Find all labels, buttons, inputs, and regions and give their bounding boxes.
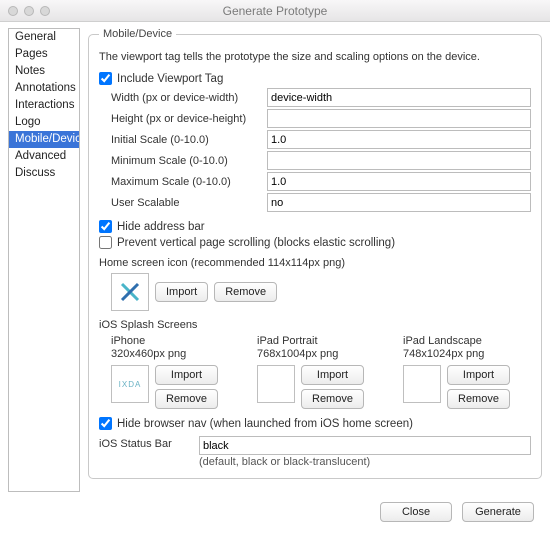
group-legend: Mobile/Device bbox=[99, 28, 176, 40]
include-viewport-input[interactable] bbox=[99, 72, 112, 85]
titlebar: Generate Prototype bbox=[0, 0, 550, 22]
hide-nav-input[interactable] bbox=[99, 417, 112, 430]
splash-thumbnail: IXDA bbox=[111, 365, 149, 403]
traffic-lights bbox=[8, 6, 50, 16]
splash-remove-button[interactable]: Remove bbox=[301, 389, 364, 409]
status-bar-row: iOS Status Bar (default, black or black-… bbox=[99, 436, 531, 468]
status-bar-hint: (default, black or black-translucent) bbox=[199, 456, 531, 468]
splash-col-1: iPad Portrait768x1004px png Import Remove bbox=[257, 335, 385, 409]
height-input[interactable] bbox=[267, 109, 531, 128]
splash-col-header: iPhone320x460px png bbox=[111, 335, 239, 361]
hide-address-label: Hide address bar bbox=[117, 221, 205, 233]
include-viewport-checkbox[interactable]: Include Viewport Tag bbox=[99, 72, 531, 85]
minimize-window-icon[interactable] bbox=[24, 6, 34, 16]
zoom-window-icon[interactable] bbox=[40, 6, 50, 16]
home-icon-row: Import Remove bbox=[111, 273, 531, 311]
hide-address-input[interactable] bbox=[99, 220, 112, 233]
status-bar-input[interactable] bbox=[199, 436, 531, 455]
splash-columns: iPhone320x460px pngIXDAImportRemoveiPad … bbox=[111, 335, 531, 409]
prevent-scroll-label: Prevent vertical page scrolling (blocks … bbox=[117, 237, 395, 249]
sidebar-item-logo[interactable]: Logo bbox=[9, 114, 79, 131]
prevent-scroll-checkbox[interactable]: Prevent vertical page scrolling (blocks … bbox=[99, 236, 531, 249]
home-icon-remove-button[interactable]: Remove bbox=[214, 282, 277, 302]
prevent-scroll-input[interactable] bbox=[99, 236, 112, 249]
hide-address-checkbox[interactable]: Hide address bar bbox=[99, 220, 531, 233]
width-input[interactable] bbox=[267, 88, 531, 107]
include-viewport-label: Include Viewport Tag bbox=[117, 73, 223, 85]
splash-col-header: iPad Portrait768x1004px png bbox=[257, 335, 385, 361]
splash-heading: iOS Splash Screens bbox=[99, 319, 531, 331]
hide-nav-label: Hide browser nav (when launched from iOS… bbox=[117, 418, 413, 430]
splash-thumbnail bbox=[257, 365, 295, 403]
sidebar: GeneralPagesNotesAnnotationsInteractions… bbox=[8, 28, 80, 492]
splash-col-2: iPad Landscape748x1024px png Import Remove bbox=[403, 335, 531, 409]
home-icon-thumbnail bbox=[111, 273, 149, 311]
status-bar-label: iOS Status Bar bbox=[99, 436, 199, 450]
min-scale-label: Minimum Scale (0-10.0) bbox=[99, 155, 267, 167]
initial-scale-input[interactable] bbox=[267, 130, 531, 149]
sidebar-item-notes[interactable]: Notes bbox=[9, 63, 79, 80]
splash-thumbnail bbox=[403, 365, 441, 403]
home-icon-import-button[interactable]: Import bbox=[155, 282, 208, 302]
close-window-icon[interactable] bbox=[8, 6, 18, 16]
hide-nav-checkbox[interactable]: Hide browser nav (when launched from iOS… bbox=[99, 417, 531, 430]
user-scalable-input[interactable] bbox=[267, 193, 531, 212]
splash-remove-button[interactable]: Remove bbox=[447, 389, 510, 409]
sidebar-item-interactions[interactable]: Interactions bbox=[9, 97, 79, 114]
dialog-footer: Close Generate bbox=[0, 492, 550, 532]
splash-import-button[interactable]: Import bbox=[155, 365, 218, 385]
min-scale-input[interactable] bbox=[267, 151, 531, 170]
content-pane: Mobile/Device The viewport tag tells the… bbox=[88, 28, 542, 492]
sidebar-item-pages[interactable]: Pages bbox=[9, 46, 79, 63]
splash-import-button[interactable]: Import bbox=[301, 365, 364, 385]
user-scalable-label: User Scalable bbox=[99, 197, 267, 209]
splash-remove-button[interactable]: Remove bbox=[155, 389, 218, 409]
close-button[interactable]: Close bbox=[380, 502, 452, 522]
initial-scale-label: Initial Scale (0-10.0) bbox=[99, 134, 267, 146]
splash-import-button[interactable]: Import bbox=[447, 365, 510, 385]
sidebar-item-annotations[interactable]: Annotations bbox=[9, 80, 79, 97]
window-title: Generate Prototype bbox=[0, 4, 550, 18]
height-label: Height (px or device-height) bbox=[99, 113, 267, 125]
generate-button[interactable]: Generate bbox=[462, 502, 534, 522]
mobile-device-group: Mobile/Device The viewport tag tells the… bbox=[88, 28, 542, 479]
splash-col-header: iPad Landscape748x1024px png bbox=[403, 335, 531, 361]
splash-col-0: iPhone320x460px png IXDA Import Remove bbox=[111, 335, 239, 409]
sidebar-item-advanced[interactable]: Advanced bbox=[9, 148, 79, 165]
group-description: The viewport tag tells the prototype the… bbox=[99, 50, 531, 64]
max-scale-label: Maximum Scale (0-10.0) bbox=[99, 176, 267, 188]
home-icon-label: Home screen icon (recommended 114x114px … bbox=[99, 257, 531, 269]
sidebar-item-discuss[interactable]: Discuss bbox=[9, 165, 79, 182]
sidebar-item-mobile-device[interactable]: Mobile/Device bbox=[9, 131, 79, 148]
width-label: Width (px or device-width) bbox=[99, 92, 267, 104]
sidebar-item-general[interactable]: General bbox=[9, 29, 79, 46]
max-scale-input[interactable] bbox=[267, 172, 531, 191]
